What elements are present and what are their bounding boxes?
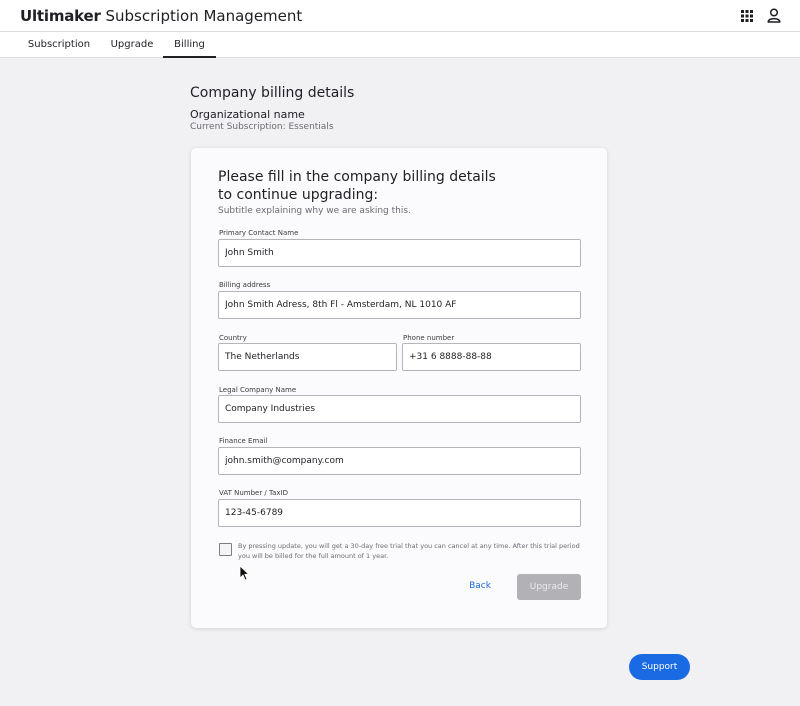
app-title: Ultimaker Subscription Management xyxy=(20,7,302,25)
company-name-label: Legal Company Name xyxy=(219,386,297,394)
app-name: Subscription Management xyxy=(100,7,303,25)
phone-field[interactable] xyxy=(402,343,581,371)
billing-form-card: Please fill in the company billing detai… xyxy=(191,148,607,628)
phone-label: Phone number xyxy=(403,334,455,342)
organization-name: Organizational name xyxy=(190,108,305,121)
tab-subscription[interactable]: Subscription xyxy=(26,32,92,58)
top-bar: Ultimaker Subscription Management xyxy=(0,0,800,32)
vat-label: VAT Number / TaxID xyxy=(219,489,289,497)
finance-email-field[interactable] xyxy=(218,447,581,475)
terms-checkbox[interactable] xyxy=(219,543,232,556)
company-name-field[interactable] xyxy=(218,395,581,423)
brand-name: Ultimaker xyxy=(20,7,101,25)
billing-address-label: Billing address xyxy=(219,281,271,289)
back-button[interactable]: Back xyxy=(456,575,504,597)
country-field[interactable] xyxy=(218,343,397,371)
contact-name-field[interactable] xyxy=(218,239,581,267)
current-subscription: Current Subscription: Essentials xyxy=(190,122,334,132)
billing-address-field[interactable] xyxy=(218,291,581,319)
user-icon[interactable] xyxy=(767,8,781,23)
vat-field[interactable] xyxy=(218,499,581,527)
page-title: Company billing details xyxy=(190,85,355,101)
apps-grid-icon[interactable] xyxy=(741,10,753,22)
terms-text: By pressing update, you will get a 30-da… xyxy=(238,542,580,560)
tab-upgrade[interactable]: Upgrade xyxy=(106,32,158,58)
support-button[interactable]: Support xyxy=(629,654,690,680)
finance-email-label: Finance Email xyxy=(219,437,268,445)
mouse-cursor-icon xyxy=(239,565,250,581)
form-heading: Please fill in the company billing detai… xyxy=(218,169,496,203)
country-label: Country xyxy=(219,334,247,342)
tab-bar: Subscription Upgrade Billing xyxy=(0,32,800,58)
upgrade-button[interactable]: Upgrade xyxy=(517,574,581,600)
form-subtitle: Subtitle explaining why we are asking th… xyxy=(218,206,411,216)
tab-billing[interactable]: Billing xyxy=(163,32,216,58)
contact-name-label: Primary Contact Name xyxy=(219,229,299,237)
